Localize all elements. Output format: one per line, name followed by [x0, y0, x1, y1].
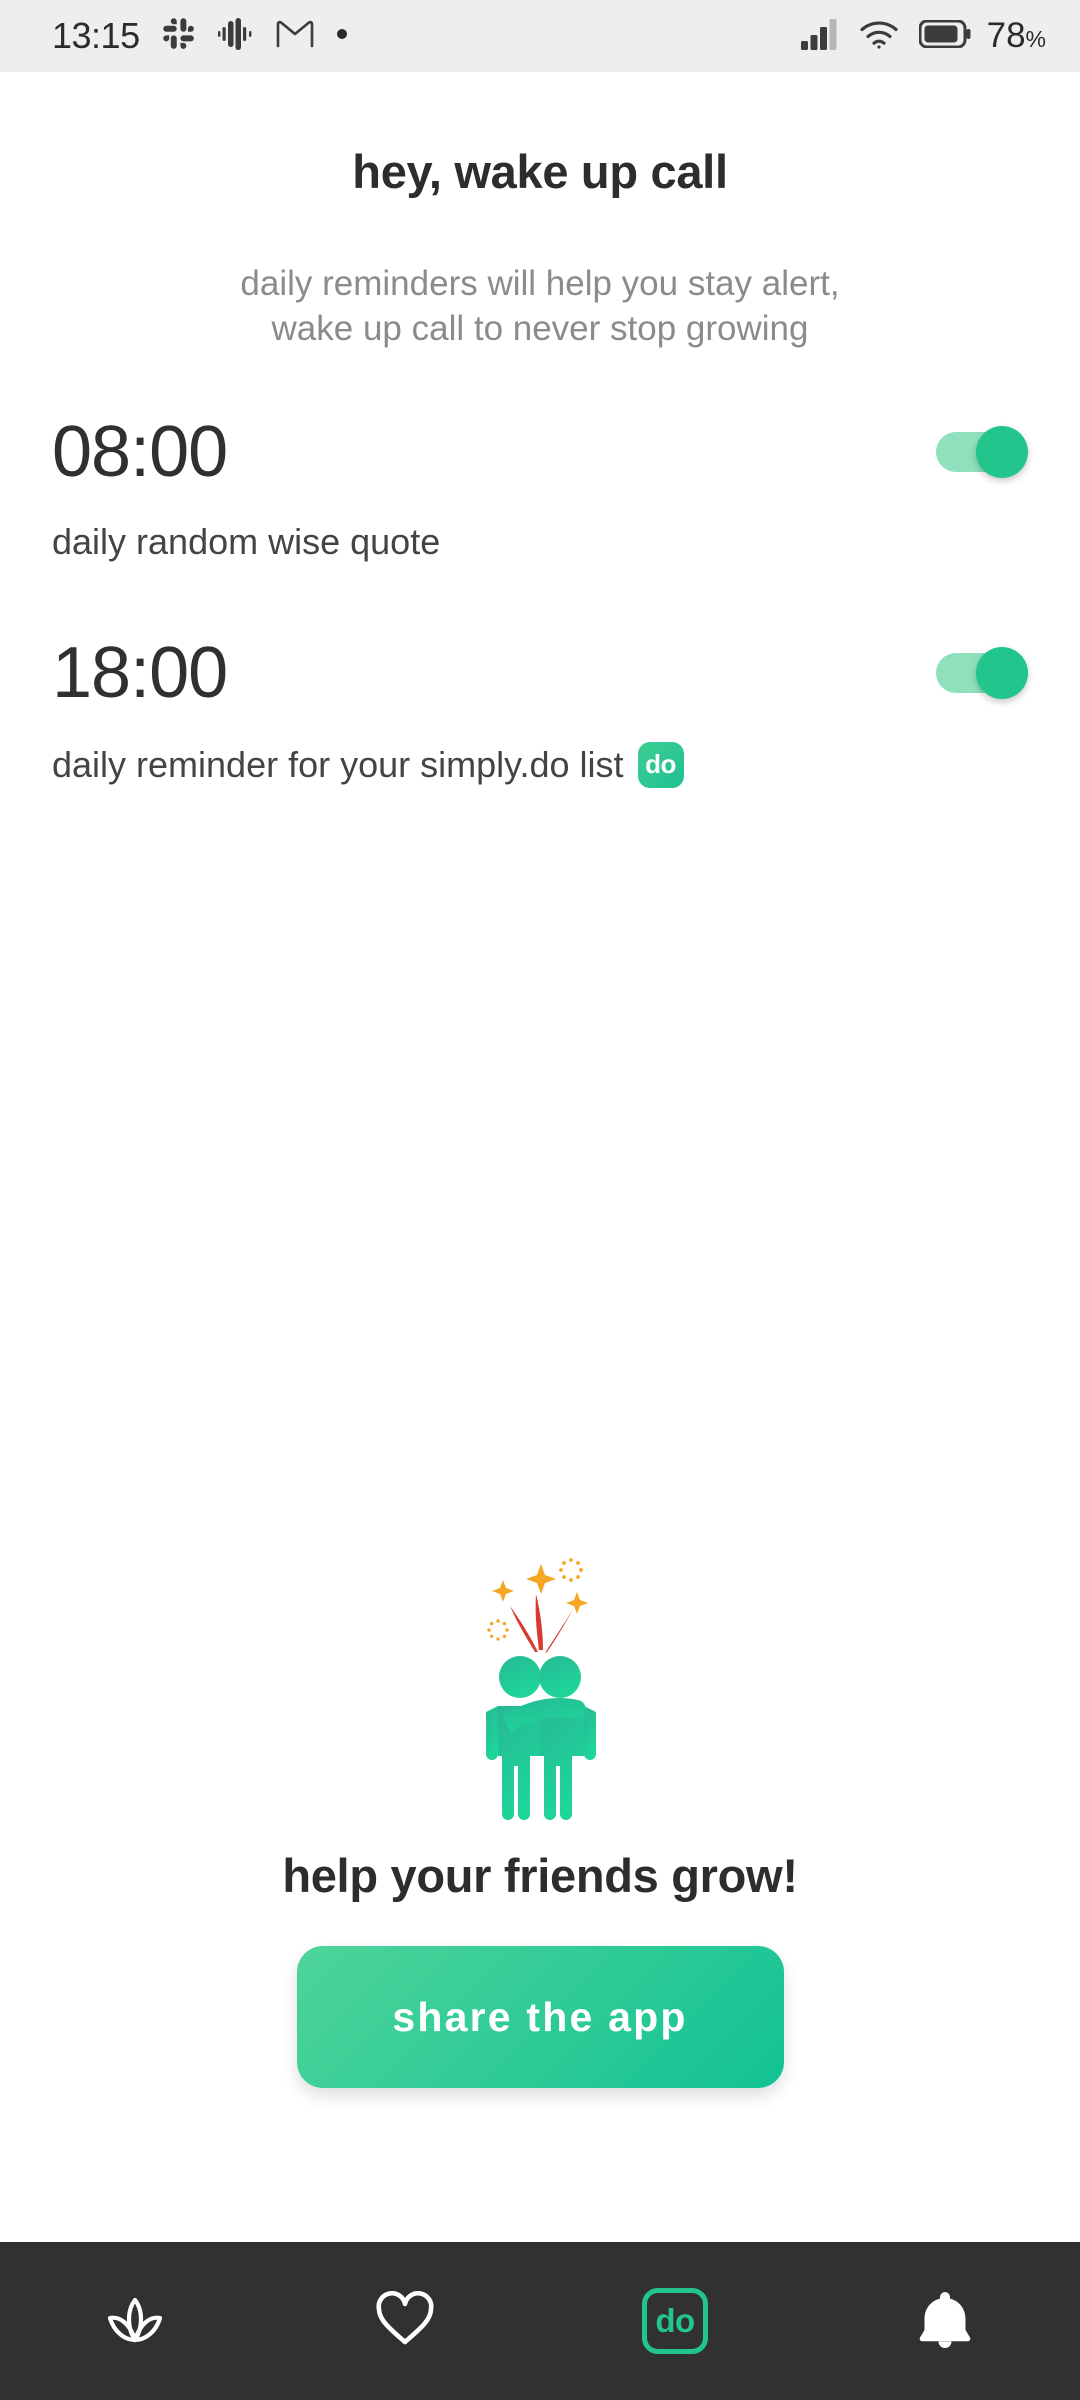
reminder-description-row: daily random wise quote [52, 521, 1028, 563]
wifi-icon [859, 19, 899, 54]
heart-icon [374, 2290, 436, 2352]
battery-icon [918, 19, 971, 53]
slack-icon [162, 17, 196, 56]
reminder-header: 18:00 [52, 625, 1028, 721]
reminder-row[interactable]: 08:00 daily random wise quote [0, 404, 1080, 563]
reminder-header: 08:00 [52, 404, 1028, 500]
gmail-icon [276, 19, 314, 54]
status-bar-right: 78% [800, 16, 1046, 56]
reminder-time[interactable]: 18:00 [52, 637, 228, 709]
cellular-signal-icon [800, 18, 839, 55]
reminder-time[interactable]: 08:00 [52, 416, 228, 488]
nav-item-reminders[interactable] [810, 2242, 1080, 2400]
reminder-description-row: daily reminder for your simply.do list d… [52, 741, 1028, 788]
reminder-toggle[interactable] [936, 646, 1028, 699]
bell-icon [916, 2288, 974, 2355]
audio-wave-icon [217, 17, 254, 56]
share-app-button[interactable]: share the app [296, 1946, 784, 2088]
two-friends-celebrating-icon [0, 1540, 1080, 1820]
page-subtitle-line-2: wake up call to never stop growing [271, 308, 809, 348]
nav-item-favorites[interactable] [270, 2242, 540, 2400]
reminder-list: 08:00 daily random wise quote 18:00 dail… [0, 404, 1080, 788]
status-bar-clock: 13:15 [52, 15, 140, 56]
lotus-icon [101, 2290, 169, 2353]
status-bar: 13:15 78% [0, 0, 1080, 72]
promo-section: help your friends grow! share the app [0, 1540, 1080, 2088]
reminder-description: daily random wise quote [52, 520, 441, 562]
do-badge-icon: do [642, 2288, 708, 2354]
nav-item-lotus[interactable] [0, 2242, 270, 2400]
page-subtitle: daily reminders will help you stay alert… [0, 262, 1080, 352]
page-title: hey, wake up call [352, 145, 728, 198]
promo-caption: help your friends grow! [282, 1849, 798, 1902]
nav-item-do-list[interactable]: do [540, 2242, 810, 2400]
status-bar-left: 13:15 [52, 15, 348, 57]
toggle-thumb [976, 425, 1028, 478]
do-badge-icon: do [637, 741, 684, 788]
reminder-description: daily reminder for your simply.do list [52, 743, 624, 785]
dot-indicator-icon [336, 27, 348, 45]
battery-percentage: 78% [986, 16, 1046, 55]
toggle-thumb [976, 646, 1028, 699]
reminder-row[interactable]: 18:00 daily reminder for your simply.do … [0, 625, 1080, 788]
reminder-toggle[interactable] [936, 425, 1028, 478]
bottom-navigation-bar: do [0, 2242, 1080, 2400]
page-subtitle-line-1: daily reminders will help you stay alert… [240, 264, 840, 303]
